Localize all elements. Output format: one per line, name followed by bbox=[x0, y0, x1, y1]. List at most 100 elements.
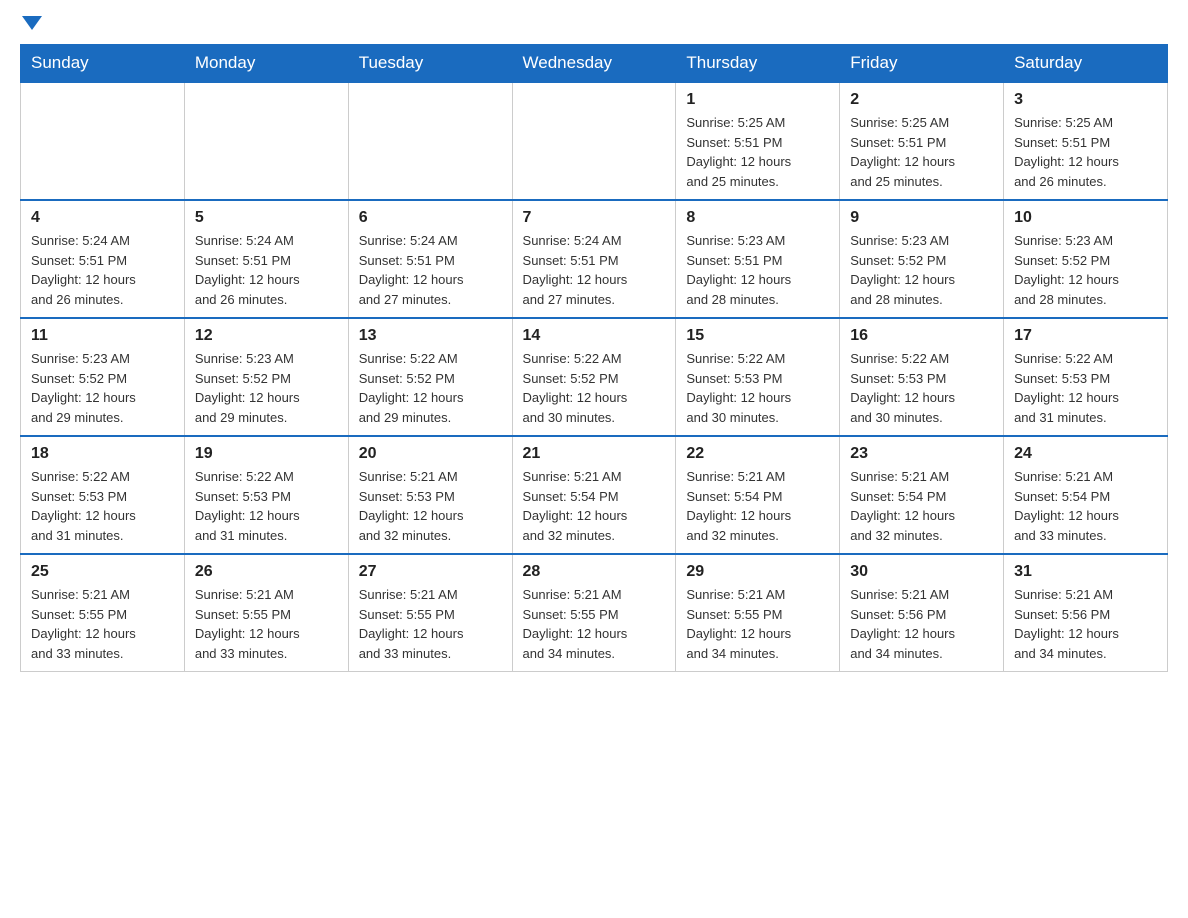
day-info: Sunrise: 5:21 AM Sunset: 5:55 PM Dayligh… bbox=[686, 585, 829, 663]
calendar-week-row: 25 Sunrise: 5:21 AM Sunset: 5:55 PM Dayli… bbox=[21, 554, 1168, 672]
calendar-cell: 9 Sunrise: 5:23 AM Sunset: 5:52 PM Daylig… bbox=[840, 200, 1004, 318]
day-info: Sunrise: 5:23 AM Sunset: 5:52 PM Dayligh… bbox=[31, 349, 174, 427]
calendar-week-row: 1 Sunrise: 5:25 AM Sunset: 5:51 PM Daylig… bbox=[21, 82, 1168, 200]
column-header-saturday: Saturday bbox=[1004, 45, 1168, 83]
calendar-cell: 11 Sunrise: 5:23 AM Sunset: 5:52 PM Dayli… bbox=[21, 318, 185, 436]
day-number: 18 bbox=[31, 445, 174, 463]
day-info: Sunrise: 5:21 AM Sunset: 5:55 PM Dayligh… bbox=[195, 585, 338, 663]
day-number: 14 bbox=[523, 327, 666, 345]
day-number: 23 bbox=[850, 445, 993, 463]
day-info: Sunrise: 5:21 AM Sunset: 5:55 PM Dayligh… bbox=[523, 585, 666, 663]
day-info: Sunrise: 5:22 AM Sunset: 5:53 PM Dayligh… bbox=[686, 349, 829, 427]
column-header-tuesday: Tuesday bbox=[348, 45, 512, 83]
day-info: Sunrise: 5:24 AM Sunset: 5:51 PM Dayligh… bbox=[359, 231, 502, 309]
calendar-cell: 8 Sunrise: 5:23 AM Sunset: 5:51 PM Daylig… bbox=[676, 200, 840, 318]
day-info: Sunrise: 5:22 AM Sunset: 5:52 PM Dayligh… bbox=[523, 349, 666, 427]
column-header-sunday: Sunday bbox=[21, 45, 185, 83]
day-number: 19 bbox=[195, 445, 338, 463]
calendar-cell: 18 Sunrise: 5:22 AM Sunset: 5:53 PM Dayli… bbox=[21, 436, 185, 554]
day-info: Sunrise: 5:21 AM Sunset: 5:54 PM Dayligh… bbox=[850, 467, 993, 545]
day-number: 24 bbox=[1014, 445, 1157, 463]
calendar-cell: 29 Sunrise: 5:21 AM Sunset: 5:55 PM Dayli… bbox=[676, 554, 840, 672]
day-number: 10 bbox=[1014, 209, 1157, 227]
day-number: 17 bbox=[1014, 327, 1157, 345]
day-info: Sunrise: 5:22 AM Sunset: 5:53 PM Dayligh… bbox=[195, 467, 338, 545]
day-number: 6 bbox=[359, 209, 502, 227]
column-header-thursday: Thursday bbox=[676, 45, 840, 83]
day-number: 27 bbox=[359, 563, 502, 581]
calendar-cell: 26 Sunrise: 5:21 AM Sunset: 5:55 PM Dayli… bbox=[184, 554, 348, 672]
day-info: Sunrise: 5:24 AM Sunset: 5:51 PM Dayligh… bbox=[31, 231, 174, 309]
calendar-table: SundayMondayTuesdayWednesdayThursdayFrid… bbox=[20, 44, 1168, 672]
calendar-cell: 10Sunrise: 5:23 AM Sunset: 5:52 PM Dayli… bbox=[1004, 200, 1168, 318]
column-header-monday: Monday bbox=[184, 45, 348, 83]
day-info: Sunrise: 5:24 AM Sunset: 5:51 PM Dayligh… bbox=[523, 231, 666, 309]
calendar-week-row: 4 Sunrise: 5:24 AM Sunset: 5:51 PM Daylig… bbox=[21, 200, 1168, 318]
calendar-cell: 22 Sunrise: 5:21 AM Sunset: 5:54 PM Dayli… bbox=[676, 436, 840, 554]
calendar-cell: 28Sunrise: 5:21 AM Sunset: 5:55 PM Dayli… bbox=[512, 554, 676, 672]
day-number: 15 bbox=[686, 327, 829, 345]
calendar-cell: 5 Sunrise: 5:24 AM Sunset: 5:51 PM Daylig… bbox=[184, 200, 348, 318]
calendar-cell: 16Sunrise: 5:22 AM Sunset: 5:53 PM Dayli… bbox=[840, 318, 1004, 436]
day-number: 7 bbox=[523, 209, 666, 227]
day-info: Sunrise: 5:22 AM Sunset: 5:53 PM Dayligh… bbox=[850, 349, 993, 427]
day-info: Sunrise: 5:23 AM Sunset: 5:51 PM Dayligh… bbox=[686, 231, 829, 309]
day-info: Sunrise: 5:21 AM Sunset: 5:54 PM Dayligh… bbox=[523, 467, 666, 545]
calendar-week-row: 11 Sunrise: 5:23 AM Sunset: 5:52 PM Dayli… bbox=[21, 318, 1168, 436]
calendar-cell: 17 Sunrise: 5:22 AM Sunset: 5:53 PM Dayli… bbox=[1004, 318, 1168, 436]
day-number: 22 bbox=[686, 445, 829, 463]
calendar-cell: 23 Sunrise: 5:21 AM Sunset: 5:54 PM Dayli… bbox=[840, 436, 1004, 554]
calendar-cell: 27 Sunrise: 5:21 AM Sunset: 5:55 PM Dayli… bbox=[348, 554, 512, 672]
day-info: Sunrise: 5:21 AM Sunset: 5:54 PM Dayligh… bbox=[1014, 467, 1157, 545]
logo bbox=[20, 20, 42, 34]
calendar-cell bbox=[184, 82, 348, 200]
calendar-cell: 6 Sunrise: 5:24 AM Sunset: 5:51 PM Daylig… bbox=[348, 200, 512, 318]
day-info: Sunrise: 5:21 AM Sunset: 5:56 PM Dayligh… bbox=[1014, 585, 1157, 663]
day-number: 12 bbox=[195, 327, 338, 345]
day-info: Sunrise: 5:22 AM Sunset: 5:53 PM Dayligh… bbox=[31, 467, 174, 545]
day-number: 26 bbox=[195, 563, 338, 581]
calendar-cell: 31 Sunrise: 5:21 AM Sunset: 5:56 PM Dayli… bbox=[1004, 554, 1168, 672]
day-info: Sunrise: 5:24 AM Sunset: 5:51 PM Dayligh… bbox=[195, 231, 338, 309]
day-info: Sunrise: 5:23 AM Sunset: 5:52 PM Dayligh… bbox=[195, 349, 338, 427]
calendar-cell: 4 Sunrise: 5:24 AM Sunset: 5:51 PM Daylig… bbox=[21, 200, 185, 318]
day-number: 5 bbox=[195, 209, 338, 227]
calendar-cell: 1 Sunrise: 5:25 AM Sunset: 5:51 PM Daylig… bbox=[676, 82, 840, 200]
calendar-header-row: SundayMondayTuesdayWednesdayThursdayFrid… bbox=[21, 45, 1168, 83]
calendar-cell: 15 Sunrise: 5:22 AM Sunset: 5:53 PM Dayli… bbox=[676, 318, 840, 436]
day-number: 3 bbox=[1014, 91, 1157, 109]
day-number: 21 bbox=[523, 445, 666, 463]
calendar-cell: 21 Sunrise: 5:21 AM Sunset: 5:54 PM Dayli… bbox=[512, 436, 676, 554]
calendar-cell: 25 Sunrise: 5:21 AM Sunset: 5:55 PM Dayli… bbox=[21, 554, 185, 672]
day-info: Sunrise: 5:25 AM Sunset: 5:51 PM Dayligh… bbox=[1014, 113, 1157, 191]
day-info: Sunrise: 5:22 AM Sunset: 5:52 PM Dayligh… bbox=[359, 349, 502, 427]
calendar-cell: 13 Sunrise: 5:22 AM Sunset: 5:52 PM Dayli… bbox=[348, 318, 512, 436]
day-number: 31 bbox=[1014, 563, 1157, 581]
day-number: 29 bbox=[686, 563, 829, 581]
day-info: Sunrise: 5:21 AM Sunset: 5:53 PM Dayligh… bbox=[359, 467, 502, 545]
day-info: Sunrise: 5:21 AM Sunset: 5:55 PM Dayligh… bbox=[31, 585, 174, 663]
day-number: 9 bbox=[850, 209, 993, 227]
day-info: Sunrise: 5:21 AM Sunset: 5:56 PM Dayligh… bbox=[850, 585, 993, 663]
calendar-cell: 7 Sunrise: 5:24 AM Sunset: 5:51 PM Daylig… bbox=[512, 200, 676, 318]
day-number: 2 bbox=[850, 91, 993, 109]
day-number: 20 bbox=[359, 445, 502, 463]
day-info: Sunrise: 5:21 AM Sunset: 5:54 PM Dayligh… bbox=[686, 467, 829, 545]
day-info: Sunrise: 5:25 AM Sunset: 5:51 PM Dayligh… bbox=[686, 113, 829, 191]
day-number: 25 bbox=[31, 563, 174, 581]
day-number: 11 bbox=[31, 327, 174, 345]
day-number: 1 bbox=[686, 91, 829, 109]
day-info: Sunrise: 5:23 AM Sunset: 5:52 PM Dayligh… bbox=[850, 231, 993, 309]
day-number: 4 bbox=[31, 209, 174, 227]
day-number: 8 bbox=[686, 209, 829, 227]
calendar-cell: 12 Sunrise: 5:23 AM Sunset: 5:52 PM Dayli… bbox=[184, 318, 348, 436]
day-info: Sunrise: 5:22 AM Sunset: 5:53 PM Dayligh… bbox=[1014, 349, 1157, 427]
calendar-cell bbox=[348, 82, 512, 200]
calendar-cell: 20 Sunrise: 5:21 AM Sunset: 5:53 PM Dayli… bbox=[348, 436, 512, 554]
day-number: 13 bbox=[359, 327, 502, 345]
calendar-week-row: 18 Sunrise: 5:22 AM Sunset: 5:53 PM Dayli… bbox=[21, 436, 1168, 554]
calendar-cell bbox=[512, 82, 676, 200]
calendar-cell: 2Sunrise: 5:25 AM Sunset: 5:51 PM Daylig… bbox=[840, 82, 1004, 200]
logo-triangle-icon bbox=[22, 16, 42, 30]
day-info: Sunrise: 5:21 AM Sunset: 5:55 PM Dayligh… bbox=[359, 585, 502, 663]
